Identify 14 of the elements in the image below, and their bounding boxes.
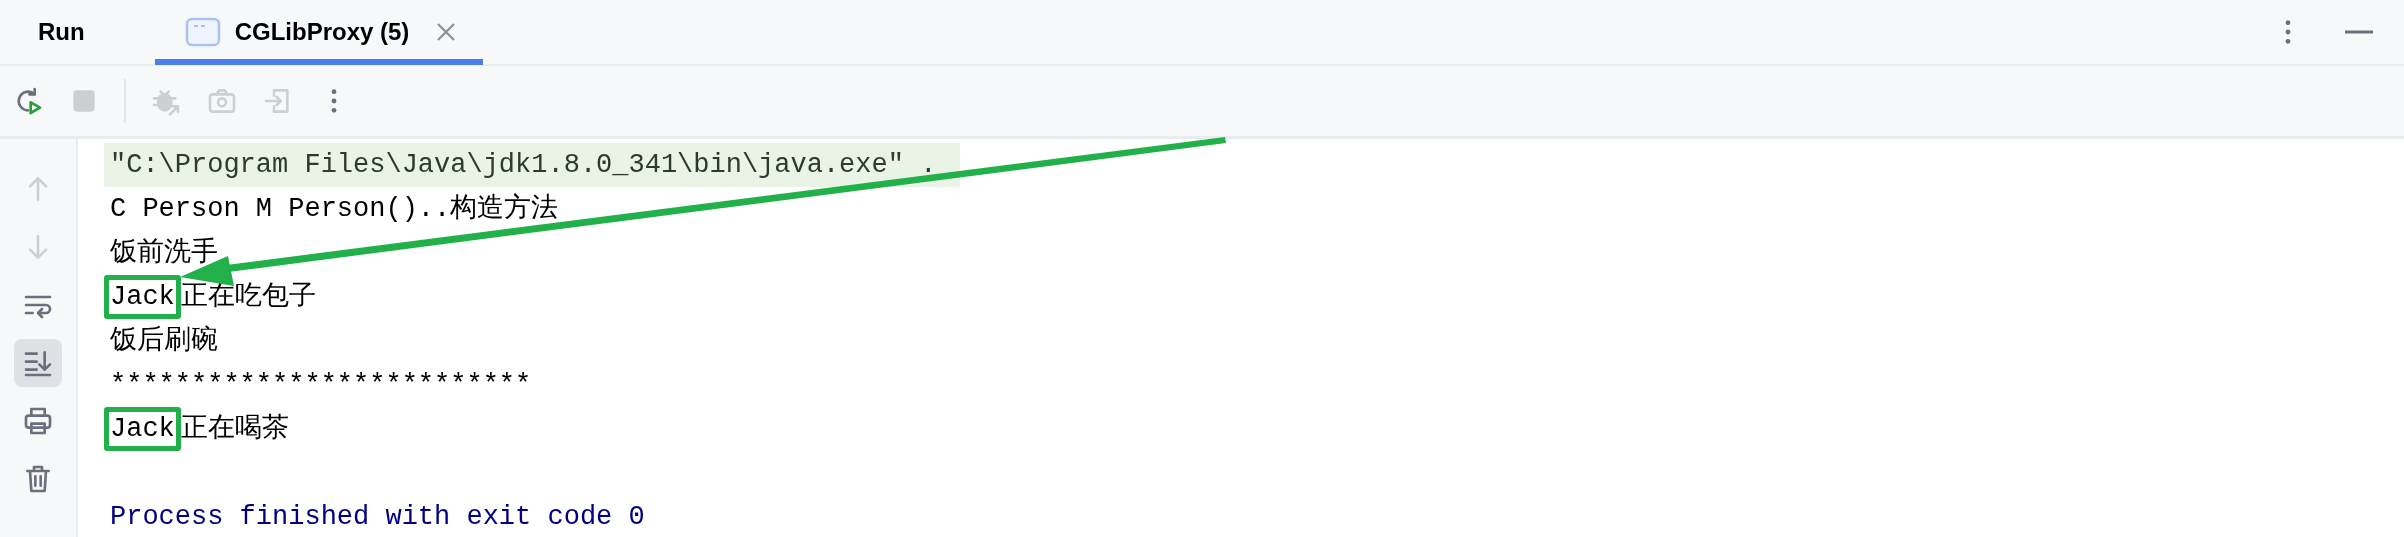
console-text: 正在喝茶: [180, 412, 289, 446]
console-text: 正在吃包子: [180, 281, 316, 314]
window-icon: [184, 17, 221, 47]
console-text: **************************: [110, 369, 532, 402]
console-text: 饭后刷碗: [110, 324, 218, 358]
close-icon[interactable]: [435, 21, 458, 43]
console-text: 饭前洗手: [110, 236, 218, 270]
boxed-text: Jack: [104, 407, 181, 451]
panel-title: Run: [38, 18, 85, 46]
console-text: C Person M Person()..构造方法: [110, 192, 559, 226]
console-text: Process finished with exit code 0: [110, 501, 645, 534]
boxed-text: Jack: [104, 275, 181, 319]
console-text: "C:\Program Files\Java\jdk1.8.0_341\bin\java.exe" .: [110, 149, 937, 182]
scroll-to-end-icon[interactable]: [14, 339, 62, 387]
